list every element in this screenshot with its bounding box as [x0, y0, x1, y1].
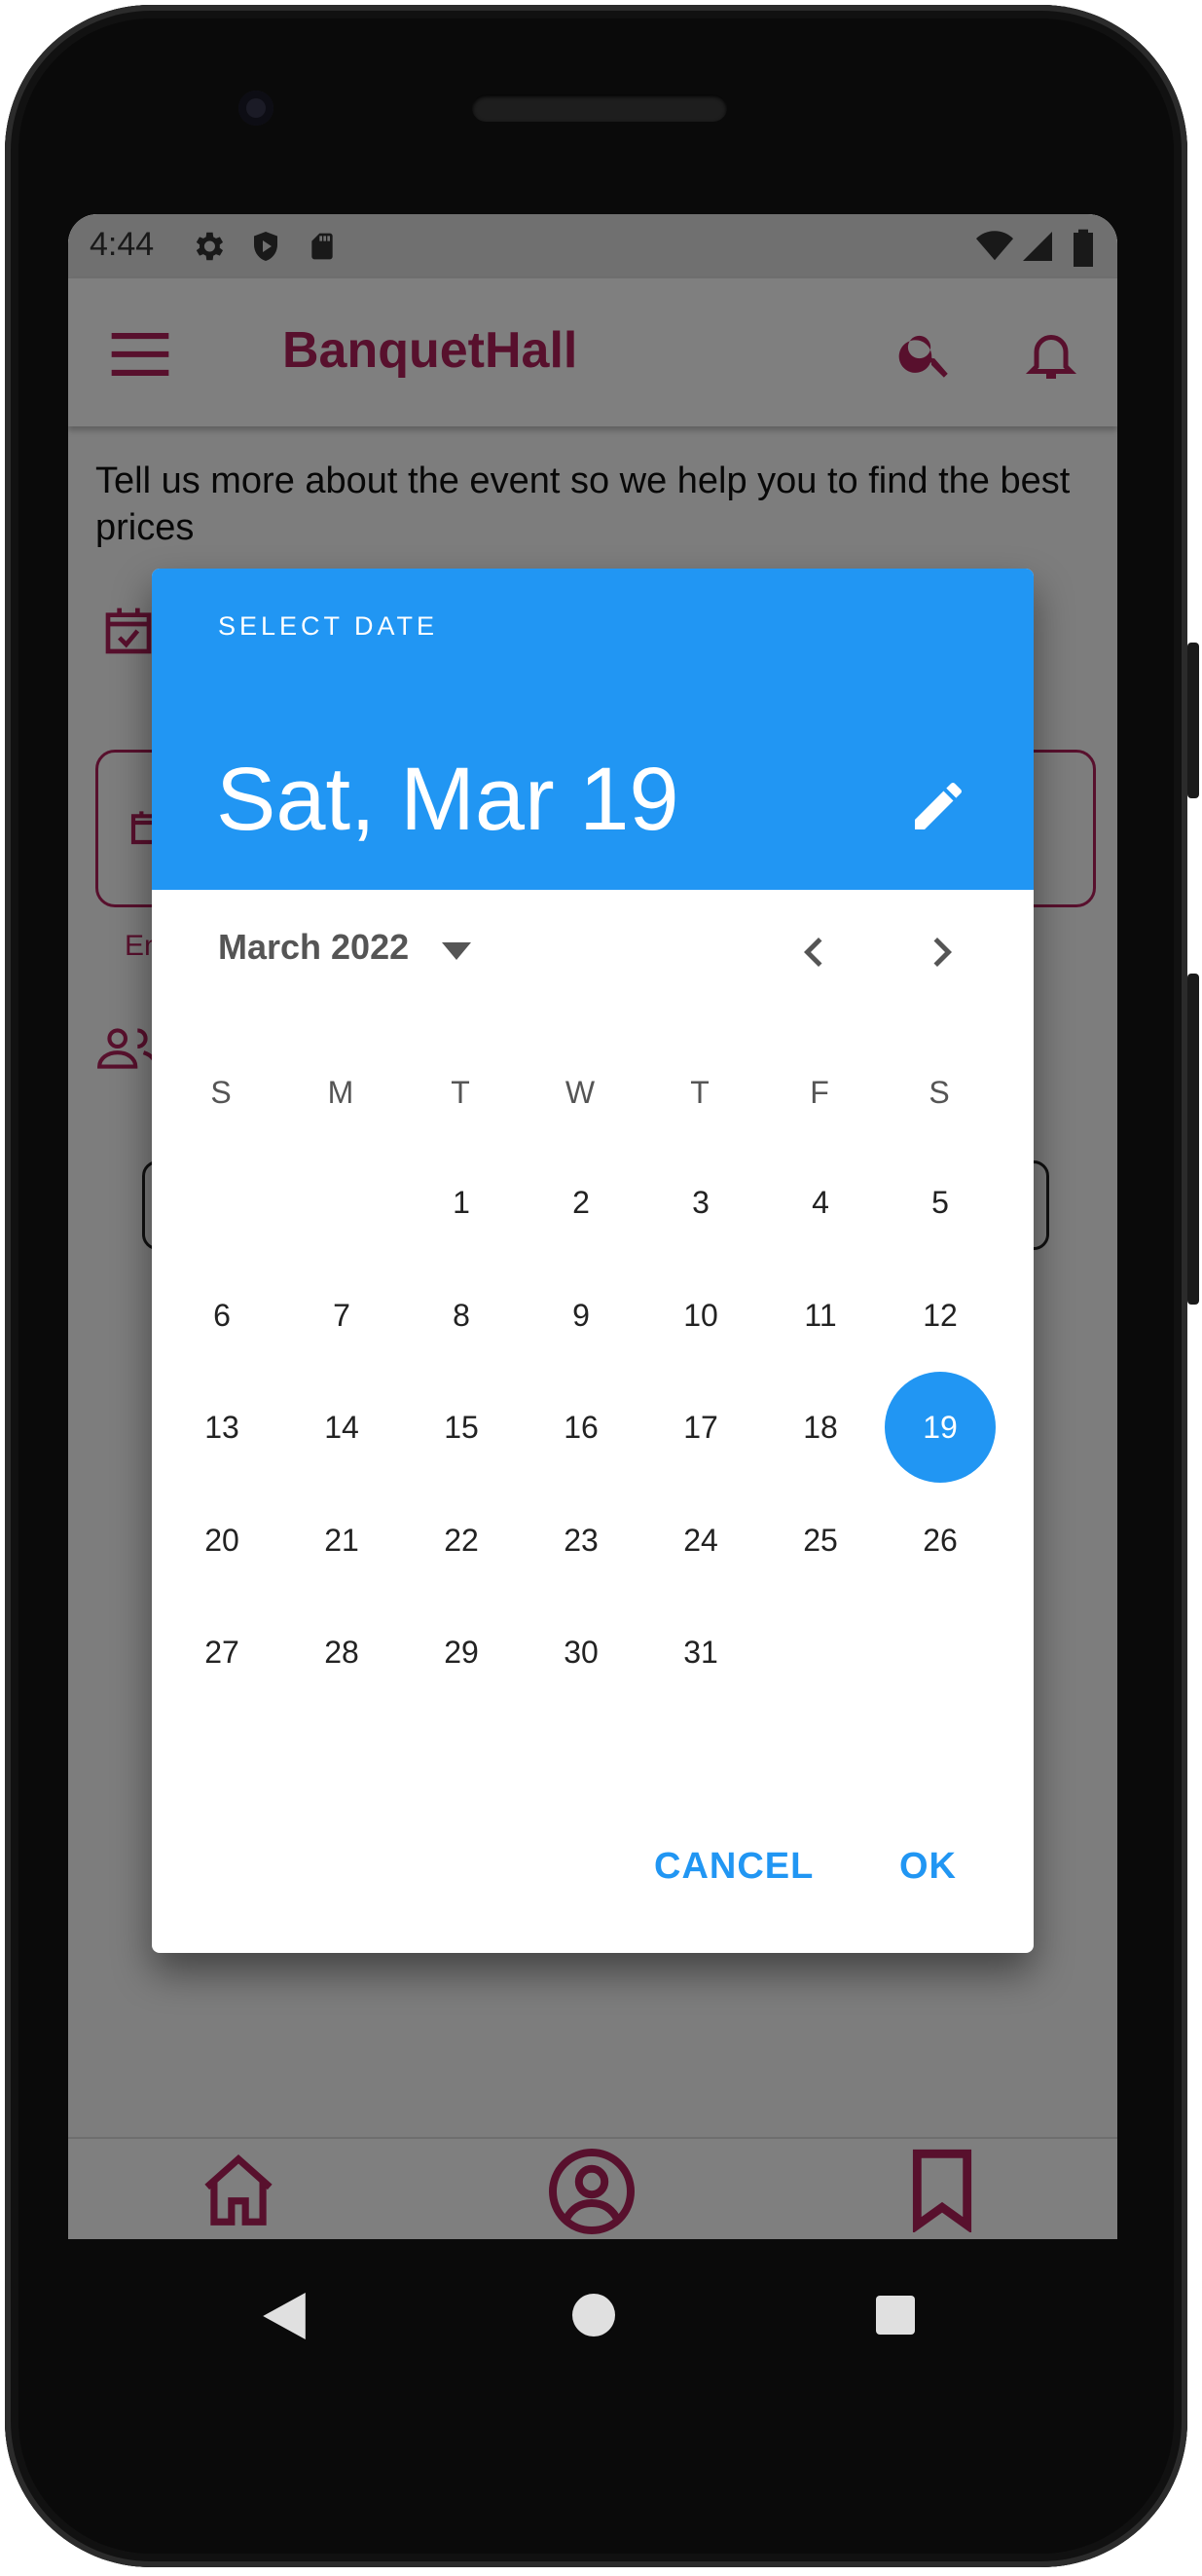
calendar-day[interactable]: 25	[765, 1485, 876, 1596]
calendar-day[interactable]: 3	[645, 1147, 756, 1258]
calendar-day[interactable]: 22	[406, 1485, 517, 1596]
calendar-day[interactable]: 20	[166, 1485, 277, 1596]
weekday-label: M	[327, 1075, 354, 1110]
weekday-label: T	[690, 1075, 710, 1110]
date-picker-dialog: SELECT DATE Sat, Mar 19 March 2022 S M T…	[152, 569, 1034, 1953]
calendar-day[interactable]: 28	[286, 1597, 397, 1708]
selected-date-label: Sat, Mar 19	[216, 750, 679, 849]
calendar-day[interactable]: 10	[645, 1260, 756, 1371]
weekday-label: S	[929, 1075, 950, 1110]
calendar-day[interactable]: 26	[885, 1485, 996, 1596]
chevron-right-icon[interactable]	[913, 923, 971, 981]
cancel-button[interactable]: CANCEL	[654, 1846, 814, 1888]
weekday-label: F	[810, 1075, 829, 1110]
calendar-day[interactable]: 11	[765, 1260, 876, 1371]
calendar-day[interactable]: 13	[166, 1372, 277, 1483]
calendar-day[interactable]: 17	[645, 1372, 756, 1483]
calendar-day[interactable]: 4	[765, 1147, 876, 1258]
device-screen: 4:44 BanquetHall Tell us more about the …	[68, 214, 1117, 2239]
calendar-day[interactable]: 12	[885, 1260, 996, 1371]
front-camera	[238, 91, 273, 126]
system-navigation-bar	[0, 2239, 1202, 2385]
calendar-day[interactable]: 24	[645, 1485, 756, 1596]
calendar-day[interactable]: 16	[526, 1372, 637, 1483]
earpiece-speaker	[472, 94, 727, 122]
calendar-day-selected[interactable]: 19	[885, 1372, 996, 1483]
calendar-day[interactable]: 27	[166, 1597, 277, 1708]
home-button-icon[interactable]	[572, 2294, 615, 2337]
weekday-label: T	[451, 1075, 470, 1110]
calendar-day[interactable]: 31	[645, 1597, 756, 1708]
calendar-day[interactable]: 6	[166, 1260, 277, 1371]
weekday-header: S M T W T F S	[193, 1075, 1030, 1123]
recents-icon[interactable]	[876, 2296, 915, 2335]
month-navigation: March 2022	[152, 900, 1034, 997]
dropdown-arrow-icon[interactable]	[442, 942, 471, 960]
calendar-day[interactable]: 8	[406, 1260, 517, 1371]
calendar-day[interactable]: 9	[526, 1260, 637, 1371]
side-button-power	[1187, 643, 1199, 798]
calendar-day[interactable]: 21	[286, 1485, 397, 1596]
calendar-day[interactable]: 30	[526, 1597, 637, 1708]
calendar-day[interactable]: 29	[406, 1597, 517, 1708]
calendar-day[interactable]: 23	[526, 1485, 637, 1596]
side-button-volume	[1187, 974, 1199, 1305]
date-picker-header: SELECT DATE Sat, Mar 19	[152, 569, 1034, 890]
calendar-day[interactable]: 14	[286, 1372, 397, 1483]
back-icon[interactable]	[263, 2293, 306, 2339]
calendar-day[interactable]: 18	[765, 1372, 876, 1483]
edit-pencil-icon[interactable]	[907, 775, 969, 837]
calendar-day[interactable]: 2	[526, 1147, 637, 1258]
month-year-selector[interactable]: March 2022	[218, 927, 409, 968]
weekday-label: W	[565, 1075, 596, 1110]
date-picker-help-text: SELECT DATE	[218, 611, 439, 641]
weekday-label: S	[210, 1075, 232, 1110]
calendar-day[interactable]: 7	[286, 1260, 397, 1371]
calendar-day[interactable]: 5	[885, 1147, 996, 1258]
calendar-day[interactable]: 15	[406, 1372, 517, 1483]
ok-button[interactable]: OK	[899, 1846, 957, 1888]
chevron-left-icon[interactable]	[784, 923, 843, 981]
calendar-day[interactable]: 1	[406, 1147, 517, 1258]
